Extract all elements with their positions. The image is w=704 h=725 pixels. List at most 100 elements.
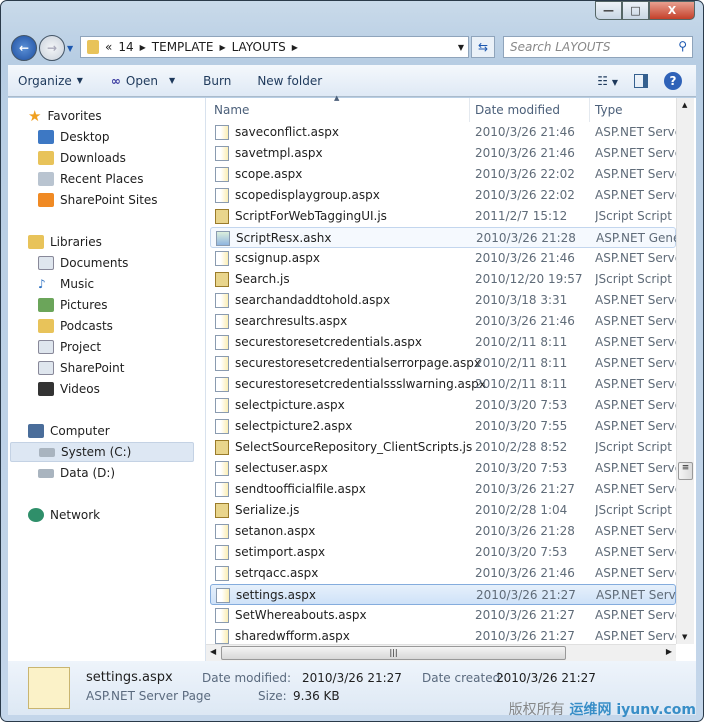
file-row[interactable]: SelectSourceRepository_ClientScripts.js … [210,437,676,458]
help-icon[interactable]: ? [664,72,682,90]
file-row[interactable]: scopedisplaygroup.aspx 2010/3/26 22:02 A… [210,185,676,206]
maximize-button[interactable]: □ [622,1,649,20]
file-row[interactable]: scope.aspx 2010/3/26 22:02 ASP.NET Serve… [210,164,676,185]
sidebar-item-podcasts[interactable]: Podcasts [38,316,113,336]
file-row[interactable]: securestoresetcredentials.aspx 2010/2/11… [210,332,676,353]
file-type: ASP.NET Server [595,314,676,328]
view-options-icon[interactable]: ☷ ▼ [597,74,618,88]
file-row[interactable]: scsignup.aspx 2010/3/26 21:46 ASP.NET Se… [210,248,676,269]
file-name: sharedwfform.aspx [235,629,350,643]
back-button[interactable]: ← [11,35,37,61]
aspx-file-icon [215,524,229,539]
sidebar-item-data-d[interactable]: Data (D:) [38,463,115,483]
file-row[interactable]: searchandaddtohold.aspx 2010/3/18 3:31 A… [210,290,676,311]
sidebar-item-music[interactable]: ♪ Music [38,274,94,294]
file-row[interactable]: selectpicture2.aspx 2010/3/20 7:55 ASP.N… [210,416,676,437]
forward-button[interactable]: → [39,35,65,61]
horizontal-scroll-thumb[interactable]: ||| [221,646,566,660]
search-icon[interactable]: ⚲ [678,39,687,53]
breadcrumb-template[interactable]: TEMPLATE [152,40,214,54]
aspx-file-icon [215,167,229,182]
file-type: JScript Script Fil [595,440,676,454]
vertical-scrollbar[interactable]: ▲ ≡ ▼ [676,98,694,644]
sidebar-favorites[interactable]: ★ Favorites [28,106,102,126]
new-folder-button[interactable]: New folder [247,74,332,88]
file-row[interactable]: setimport.aspx 2010/3/20 7:53 ASP.NET Se… [210,542,676,563]
sidebar-item-videos[interactable]: Videos [38,379,100,399]
file-row[interactable]: securestoresetcredentialserrorpage.aspx … [210,353,676,374]
breadcrumb-overflow[interactable]: « [105,40,112,54]
column-header-type[interactable]: Type [595,103,623,117]
file-name: setimport.aspx [235,545,326,559]
column-headers: Name ▲ Date modified Type [206,94,676,122]
file-name: searchandaddtohold.aspx [235,293,391,307]
file-row[interactable]: Serialize.js 2010/2/28 1:04 JScript Scri… [210,500,676,521]
js-file-icon [215,272,229,287]
sidebar-libraries[interactable]: Libraries [28,232,102,252]
file-date: 2010/3/26 21:27 [475,482,575,496]
sidebar-network[interactable]: Network [28,505,100,525]
file-row[interactable]: searchresults.aspx 2010/3/26 21:46 ASP.N… [210,311,676,332]
file-row[interactable]: settings.aspx 2010/3/26 21:27 ASP.NET Se… [210,584,677,605]
address-dropdown-icon[interactable]: ▼ [458,43,464,52]
ashx-file-icon [216,231,230,246]
sidebar-item-downloads[interactable]: Downloads [38,148,126,168]
file-row[interactable]: selectpicture.aspx 2010/3/20 7:53 ASP.NE… [210,395,676,416]
search-input[interactable]: Search LAYOUTS ⚲ [503,36,693,58]
file-row[interactable]: setanon.aspx 2010/3/26 21:28 ASP.NET Ser… [210,521,676,542]
address-bar[interactable]: « 14 ▶ TEMPLATE ▶ LAYOUTS ▶ ▼ [80,36,469,58]
open-button[interactable]: ∞ Open ▼ [101,74,185,88]
breadcrumb-14[interactable]: 14 [118,40,133,54]
column-header-name[interactable]: Name [214,103,249,117]
refresh-button[interactable]: ⇆ [471,36,495,58]
file-date: 2010/3/26 22:02 [475,188,575,202]
burn-button[interactable]: Burn [193,74,241,88]
file-row[interactable]: Search.js 2010/12/20 19:57 JScript Scrip… [210,269,676,290]
sidebar-computer[interactable]: Computer [28,421,110,441]
organize-label: Organize [18,73,72,88]
sidebar-item-system-c[interactable]: System (C:) [10,442,194,462]
file-row[interactable]: sendtoofficialfile.aspx 2010/3/26 21:27 … [210,479,676,500]
aspx-file-icon [215,629,229,644]
videos-icon [38,382,54,396]
sidebar-item-pictures[interactable]: Pictures [38,295,108,315]
file-date: 2010/3/26 21:46 [475,314,575,328]
breadcrumb-layouts[interactable]: LAYOUTS [232,40,286,54]
documents-icon [38,256,54,270]
sidebar-label: Favorites [47,109,102,123]
file-row[interactable]: ScriptForWebTaggingUI.js 2011/2/7 15:12 … [210,206,676,227]
file-type: JScript Script Fil [595,503,676,517]
aspx-file-icon [216,588,230,603]
details-created-label: Date created: [422,671,505,685]
sidebar-item-documents[interactable]: Documents [38,253,128,273]
file-row[interactable]: selectuser.aspx 2010/3/20 7:53 ASP.NET S… [210,458,676,479]
file-row[interactable]: setrqacc.aspx 2010/3/26 21:46 ASP.NET Se… [210,563,676,584]
file-row[interactable]: savetmpl.aspx 2010/3/26 21:46 ASP.NET Se… [210,143,676,164]
vertical-scroll-thumb[interactable]: ≡ [678,462,693,480]
organize-button[interactable]: Organize ▼ [8,74,93,88]
close-button[interactable]: X [649,1,695,20]
sidebar-item-recent-places[interactable]: Recent Places [38,169,143,189]
column-header-date[interactable]: Date modified [475,103,560,117]
file-date: 2010/2/28 8:52 [475,440,568,454]
aspx-file-icon [215,125,229,140]
horizontal-scrollbar[interactable]: ◀ ||| ▶ [206,644,676,661]
sidebar-item-sharepoint-sites[interactable]: SharePoint Sites [38,190,158,210]
desktop-icon [38,130,54,144]
file-row[interactable]: ScriptResx.ashx 2010/3/26 21:28 ASP.NET … [210,227,677,248]
preview-pane-icon[interactable] [634,74,648,88]
minimize-button[interactable]: — [595,1,622,20]
sidebar-item-sharepoint[interactable]: SharePoint [38,358,124,378]
file-date: 2010/2/11 8:11 [475,335,568,349]
sidebar-item-desktop[interactable]: Desktop [38,127,110,147]
file-row[interactable]: securestoresetcredentialssslwarning.aspx… [210,374,676,395]
file-date: 2010/3/26 21:46 [475,251,575,265]
file-date: 2010/3/26 21:46 [475,125,575,139]
file-row[interactable]: SetWhereabouts.aspx 2010/3/26 21:27 ASP.… [210,605,676,626]
recent-pages-dropdown-icon[interactable]: ▼ [67,44,73,53]
sidebar-item-project[interactable]: Project [38,337,101,357]
sort-ascending-icon: ▲ [334,94,340,102]
file-name: scsignup.aspx [235,251,321,265]
file-row[interactable]: saveconflict.aspx 2010/3/26 21:46 ASP.NE… [210,122,676,143]
aspx-file-icon [215,293,229,308]
